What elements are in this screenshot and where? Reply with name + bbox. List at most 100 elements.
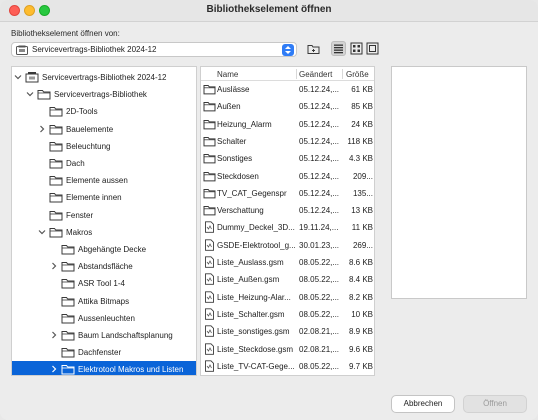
file-row[interactable]: GSDE-Elektrotool_g... 30.01.23,... 269... xyxy=(201,237,374,254)
folder-up-button[interactable] xyxy=(306,41,321,56)
file-size: 4.3 KB xyxy=(348,154,373,164)
file-modified: 02.08.21,... xyxy=(299,344,340,354)
file-row[interactable]: Heizung_Alarm 05.12.24,... 24 KB xyxy=(201,116,374,133)
tree-item[interactable]: Abgehängte Decke xyxy=(12,241,196,258)
file-row[interactable]: Dummy_Deckel_3D... 19.11.24,... 11 KB xyxy=(201,219,374,236)
file-row[interactable]: Liste_TV-CAT-Gege... 08.05.22,... 9.7 KB xyxy=(201,358,374,375)
title-bar: Bibliothekselement öffnen xyxy=(0,0,538,22)
tree-item-label: Makros xyxy=(66,227,93,237)
file-row[interactable]: Außen 05.12.24,... 85 KB xyxy=(201,98,374,115)
file-size: 8.9 KB xyxy=(348,327,373,337)
chevron-right-icon[interactable] xyxy=(50,365,58,373)
gsm-file-icon xyxy=(205,221,214,234)
folder-icon xyxy=(49,124,63,135)
tree-item[interactable]: Servicevertrags-Bibliothek 2024-12 xyxy=(12,69,196,86)
preview-view-icon xyxy=(366,42,379,55)
library-icon xyxy=(25,72,39,83)
folder-icon xyxy=(49,193,63,203)
gsm-file-icon xyxy=(205,360,214,372)
chevron-right-icon[interactable] xyxy=(50,262,58,270)
file-list[interactable]: Name Geändert Größe Auslässe 05.12.24,...… xyxy=(200,66,375,376)
file-row[interactable]: Liste_sonstiges.gsm 02.08.21,... 8.9 KB xyxy=(201,323,374,340)
preview-pane xyxy=(391,66,527,299)
tree-item[interactable]: Makros xyxy=(12,224,196,241)
file-size: 9.7 KB xyxy=(348,361,373,371)
file-modified: 05.12.24,... xyxy=(299,85,340,94)
cancel-button[interactable]: Abbrechen xyxy=(391,395,455,413)
tree-item[interactable]: Attika Bitmaps xyxy=(12,293,196,310)
tree-item[interactable]: Abstandsfläche xyxy=(12,258,196,275)
tree-item[interactable]: Dachfenster xyxy=(12,344,196,361)
gsm-file-icon xyxy=(205,290,214,303)
tree-item-label: Bauelemente xyxy=(66,124,114,134)
file-row[interactable]: Liste_Steckdose.gsm 02.08.21,... 9.6 KB xyxy=(201,341,374,358)
file-row[interactable]: Liste_Schalter.gsm 08.05.22,... 10 KB xyxy=(201,306,374,323)
file-modified: 08.05.22,... xyxy=(299,361,340,371)
file-row[interactable]: Liste_Außen.gsm 08.05.22,... 8.4 KB xyxy=(201,271,374,288)
open-library-dialog: Bibliothekselement öffnen Bibliotheksele… xyxy=(0,0,538,420)
tree-item[interactable]: 2D-Tools xyxy=(12,103,196,120)
tree-item[interactable]: Elemente aussen xyxy=(12,172,196,189)
chevron-right-icon[interactable] xyxy=(50,331,58,339)
gsm-file-icon xyxy=(205,325,214,337)
file-row[interactable]: TV_CAT_Gegenspr 05.12.24,... 135... xyxy=(201,185,374,202)
folder-icon xyxy=(61,296,75,307)
tree-item-label: Beleuchtung xyxy=(66,141,111,151)
list-view-icon xyxy=(334,44,343,54)
column-name[interactable]: Name xyxy=(217,70,238,79)
tree-item[interactable]: Elektrotool Makros und Listen xyxy=(12,361,196,375)
folder-icon xyxy=(203,85,216,95)
file-name: Verschattung xyxy=(217,206,264,216)
column-size[interactable]: Größe xyxy=(346,70,369,79)
folder-icon xyxy=(49,227,63,238)
file-name: Schalter xyxy=(217,136,247,146)
chevron-right-icon[interactable] xyxy=(38,125,46,133)
file-name: Liste_Auslass.gsm xyxy=(217,258,284,267)
file-modified: 30.01.23,... xyxy=(299,240,340,250)
column-modified[interactable]: Geändert xyxy=(299,70,332,79)
file-name: Liste_Heizung-Alar... xyxy=(217,292,291,302)
tree-item-label: ASR Tool 1-4 xyxy=(78,279,125,289)
file-row[interactable]: Liste_Heizung-Alar... 08.05.22,... 8.2 KB xyxy=(201,289,374,306)
tree-item[interactable]: Dach xyxy=(12,155,196,172)
preview-view-button[interactable] xyxy=(365,41,380,56)
list-view-button[interactable] xyxy=(331,41,346,56)
file-row[interactable]: Sonstiges 05.12.24,... 4.3 KB xyxy=(201,150,374,167)
folder-tree[interactable]: Servicevertrags-Bibliothek 2024-12 Servic… xyxy=(11,66,197,376)
tree-item[interactable]: Elemente innen xyxy=(12,189,196,206)
column-divider[interactable] xyxy=(296,69,297,79)
tree-item[interactable]: Fenster xyxy=(12,207,196,224)
tree-item[interactable]: Beleuchtung xyxy=(12,138,196,155)
tree-item[interactable]: Baum Landschaftsplanung xyxy=(12,327,196,344)
tree-item-label: Fenster xyxy=(66,210,94,220)
file-size: 118 KB xyxy=(347,136,373,146)
tree-item-label: 2D-Tools xyxy=(66,107,98,117)
tree-item[interactable]: Bauelemente xyxy=(12,121,196,138)
file-row[interactable]: Liste_Auslass.gsm 08.05.22,... 8.6 KB xyxy=(201,254,374,271)
tree-item[interactable]: Aussenleuchten xyxy=(12,310,196,327)
file-row[interactable]: Auslässe 05.12.24,... 61 KB xyxy=(201,81,374,98)
tree-item-label: Dachfenster xyxy=(78,348,122,358)
chevron-down-icon[interactable] xyxy=(38,228,46,236)
file-row[interactable]: Verschattung 05.12.24,... 13 KB xyxy=(201,202,374,219)
file-name: Heizung_Alarm xyxy=(217,119,272,129)
folder-icon xyxy=(203,102,216,112)
tree-item[interactable]: Servicevertrags-Bibliothek xyxy=(12,86,196,103)
tree-item[interactable]: ASR Tool 1-4 xyxy=(12,275,196,292)
column-divider[interactable] xyxy=(342,69,343,79)
file-row[interactable]: Steckdosen 05.12.24,... 209... xyxy=(201,168,374,185)
library-select[interactable]: Servicevertrags-Bibliothek 2024-12 xyxy=(11,42,297,57)
open-button[interactable]: Öffnen xyxy=(463,395,527,413)
icon-view-button[interactable] xyxy=(349,41,364,56)
file-name: Auslässe xyxy=(217,85,250,94)
file-row[interactable]: Schalter 05.12.24,... 118 KB xyxy=(201,133,374,150)
chevron-down-icon[interactable] xyxy=(14,73,22,81)
file-list-header: Name Geändert Größe xyxy=(201,67,374,81)
file-modified: 02.08.21,... xyxy=(299,327,340,337)
select-arrows-icon xyxy=(282,44,294,56)
file-row[interactable]: Liste_Verschattung....08.05.22,...4.5 KB xyxy=(201,375,375,376)
folder-icon xyxy=(61,245,75,255)
chevron-down-icon[interactable] xyxy=(26,90,34,98)
file-modified: 05.12.24,... xyxy=(299,119,340,129)
file-size: 85 KB xyxy=(351,102,373,112)
